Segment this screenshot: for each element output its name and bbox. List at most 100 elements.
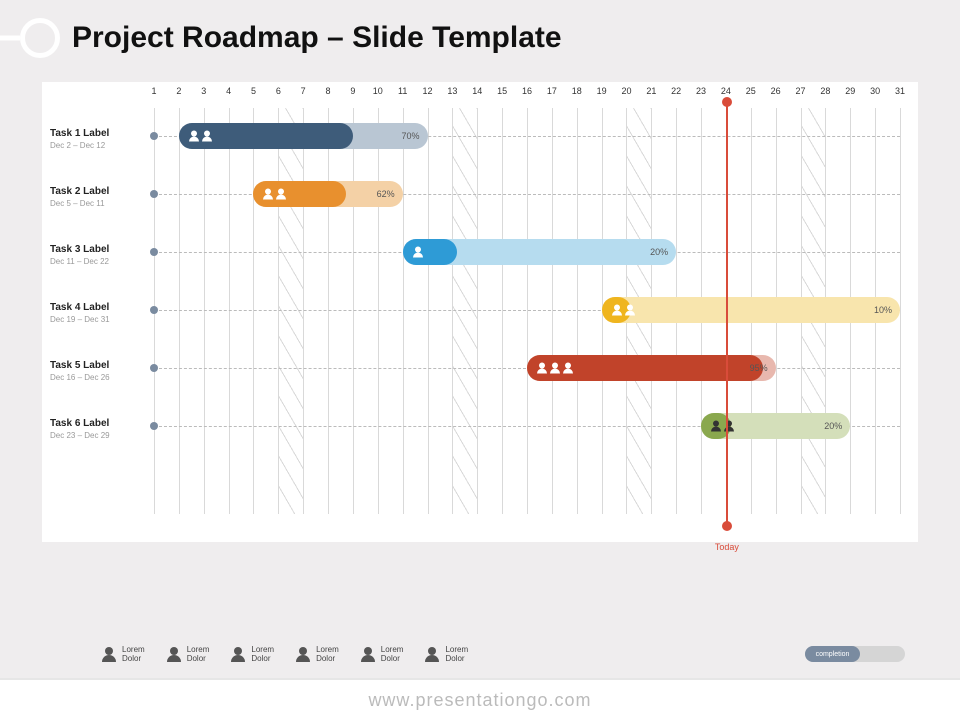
task-percent: 20%: [824, 421, 842, 431]
legend-item: LoremDolor: [361, 645, 404, 664]
day-label: 16: [522, 86, 532, 96]
today-marker: Today: [726, 102, 728, 526]
legend-text: LoremDolor: [187, 645, 210, 664]
person-icon: [296, 647, 310, 662]
day-label: 12: [423, 86, 433, 96]
person-icon: [102, 647, 116, 662]
footer-url: www.presentationgo.com: [368, 690, 591, 711]
header-ring-icon: [20, 18, 60, 58]
legend-item: LoremDolor: [231, 645, 274, 664]
row-dot-icon: [150, 422, 158, 430]
day-label: 19: [597, 86, 607, 96]
day-label: 30: [870, 86, 880, 96]
gridline: [179, 108, 180, 514]
gridline: [403, 108, 404, 514]
task-name: Task 5 Label: [50, 360, 110, 371]
gridline: [328, 108, 329, 514]
today-dot-icon: [722, 97, 732, 107]
task-name: Task 3 Label: [50, 244, 109, 255]
day-label: 9: [350, 86, 355, 96]
person-icon: [425, 647, 439, 662]
task-percent: 70%: [402, 131, 420, 141]
task-name: Task 2 Label: [50, 186, 109, 197]
day-label: 11: [398, 86, 407, 96]
task-assignees: [189, 131, 212, 142]
task-dates: Dec 2 – Dec 12: [50, 141, 109, 150]
day-label: 31: [895, 86, 905, 96]
completion-legend: completion: [805, 646, 905, 662]
task-label: Task 6 Label Dec 23 – Dec 29: [50, 418, 110, 440]
day-label: 7: [301, 86, 306, 96]
gridline: [428, 108, 429, 514]
gridline: [527, 108, 528, 514]
legend-item: LoremDolor: [102, 645, 145, 664]
legend-item: LoremDolor: [425, 645, 468, 664]
task-percent: 95%: [750, 363, 768, 373]
day-label: 5: [251, 86, 256, 96]
legend-item: LoremDolor: [167, 645, 210, 664]
task-assignees: [711, 421, 734, 432]
day-label: 20: [621, 86, 631, 96]
person-icon: [625, 305, 635, 316]
task-bar-progress: [403, 239, 458, 265]
task-assignees: [537, 363, 573, 374]
day-label: 10: [373, 86, 383, 96]
task-name: Task 6 Label: [50, 418, 110, 429]
person-icon: [189, 131, 199, 142]
legend-item: LoremDolor: [296, 645, 339, 664]
page-title: Project Roadmap – Slide Template: [72, 21, 562, 55]
assignee-legend: LoremDolor LoremDolor LoremDolor LoremDolor…: [42, 645, 918, 664]
day-label: 14: [472, 86, 482, 96]
task-bar: 10%: [602, 297, 900, 323]
task-assignees: [413, 247, 423, 258]
gantt-chart: 1234567891011121314151617181920212223242…: [42, 82, 918, 542]
task-name: Task 1 Label: [50, 128, 109, 139]
task-assignees: [263, 189, 286, 200]
today-dot-icon: [722, 521, 732, 531]
day-label: 26: [771, 86, 781, 96]
day-label: 15: [497, 86, 507, 96]
person-icon: [537, 363, 547, 374]
row-dot-icon: [150, 248, 158, 256]
person-icon: [413, 247, 423, 258]
weekend-band: [278, 108, 303, 514]
task-dates: Dec 23 – Dec 29: [50, 431, 110, 440]
task-label: Task 4 LabelDec 19 – Dec 31: [50, 302, 110, 324]
day-label: 29: [845, 86, 855, 96]
footer: www.presentationgo.com: [0, 678, 960, 720]
gridline: [900, 108, 901, 514]
task-bar: 62%: [253, 181, 402, 207]
day-label: 13: [447, 86, 457, 96]
row-dot-icon: [150, 306, 158, 314]
gridline: [552, 108, 553, 514]
day-label: 28: [820, 86, 830, 96]
legend-text: LoremDolor: [316, 645, 339, 664]
person-icon: [167, 647, 181, 662]
row-dot-icon: [150, 132, 158, 140]
person-icon: [550, 363, 560, 374]
today-label: Today: [715, 542, 739, 552]
gridline: [577, 108, 578, 514]
task-assignees: [612, 305, 635, 316]
person-icon: [263, 189, 273, 200]
task-bar: 95%: [527, 355, 776, 381]
completion-legend-fill: completion: [805, 646, 860, 662]
weekend-band: [452, 108, 477, 514]
task-name: Task 4 Label: [50, 302, 110, 313]
task-dates: Dec 11 – Dec 22: [50, 257, 109, 266]
day-label: 18: [572, 86, 582, 96]
gridline: [303, 108, 304, 514]
day-label: 25: [746, 86, 756, 96]
legend-text: LoremDolor: [251, 645, 274, 664]
person-icon: [612, 305, 622, 316]
day-label: 24: [721, 86, 731, 96]
task-percent: 20%: [650, 247, 668, 257]
day-label: 1: [151, 86, 156, 96]
day-label: 23: [696, 86, 706, 96]
header: Project Roadmap – Slide Template: [0, 0, 960, 68]
task-bar: 20%: [403, 239, 677, 265]
person-icon: [361, 647, 375, 662]
task-bar: 70%: [179, 123, 428, 149]
chart-plot-area: 70%62%20%10%95%20%Today: [154, 108, 900, 514]
day-axis: 1234567891011121314151617181920212223242…: [154, 86, 900, 106]
